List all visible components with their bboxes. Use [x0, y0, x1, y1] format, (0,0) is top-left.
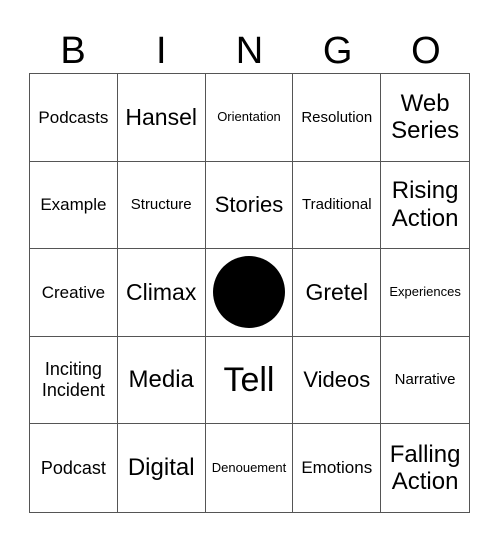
bingo-cell[interactable]: Web Series	[381, 74, 469, 162]
bingo-cell[interactable]: Inciting Incident	[30, 336, 118, 425]
header-letter-g: G	[322, 30, 353, 72]
bingo-cell[interactable]: Resolution	[293, 74, 382, 162]
bingo-cell[interactable]: Creative	[30, 249, 118, 337]
header-letter-n: N	[235, 30, 264, 72]
bingo-cell[interactable]: Experiences	[381, 249, 469, 337]
bingo-cell[interactable]: Stories	[205, 161, 294, 250]
bingo-cell[interactable]: Emotions	[293, 424, 382, 512]
bingo-cell[interactable]: Example	[30, 161, 118, 250]
bingo-cell[interactable]: Structure	[117, 161, 206, 250]
bingo-cell[interactable]: Denouement	[206, 424, 294, 512]
free-space-cell[interactable]	[205, 249, 294, 337]
header-letter-o: O	[411, 30, 441, 72]
bingo-cell[interactable]: Media	[117, 336, 206, 425]
bingo-cell[interactable]: Hansel	[117, 74, 206, 162]
bingo-cell[interactable]: Podcasts	[30, 74, 118, 162]
free-space-circle-icon	[212, 256, 285, 329]
bingo-header: B I N G O	[29, 30, 470, 72]
header-letter-b: B	[60, 30, 86, 72]
bingo-cell[interactable]: Climax	[117, 249, 206, 337]
bingo-cell[interactable]: Narrative	[381, 337, 469, 425]
bingo-cell[interactable]: Podcast	[30, 424, 118, 512]
header-letter-i: I	[156, 30, 167, 72]
bingo-cell[interactable]: Falling Action	[381, 424, 469, 512]
bingo-cell[interactable]: Digital	[118, 424, 206, 512]
bingo-cell[interactable]: Gretel	[293, 249, 382, 337]
bingo-cell[interactable]: Rising Action	[381, 162, 469, 250]
bingo-cell[interactable]: Videos	[293, 336, 382, 425]
bingo-cell[interactable]: Orientation	[205, 74, 294, 162]
bingo-cell[interactable]: Traditional	[293, 161, 382, 250]
bingo-board: Podcasts Hansel Orientation Resolution W…	[29, 73, 470, 513]
bingo-cell[interactable]: Tell	[205, 336, 294, 425]
